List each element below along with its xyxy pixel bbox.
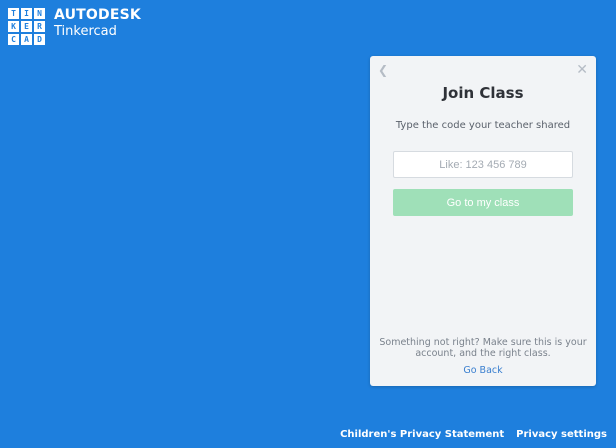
- page-background: T I N K E R C A D AUTODESK Tinkercad ❮ ✕…: [0, 0, 616, 448]
- privacy-settings-link[interactable]: Privacy settings: [516, 429, 607, 440]
- logo-letter: D: [34, 34, 45, 45]
- join-class-dialog: ❮ ✕ Join Class Type the code your teache…: [370, 56, 596, 386]
- class-code-input[interactable]: [393, 151, 573, 178]
- logo-letter: E: [21, 21, 32, 32]
- logo-letter: I: [21, 8, 32, 19]
- tinkercad-logo[interactable]: T I N K E R C A D AUTODESK Tinkercad: [8, 8, 141, 45]
- logo-letter: A: [21, 34, 32, 45]
- logo-letter: N: [34, 8, 45, 19]
- logo-product: Tinkercad: [54, 24, 117, 39]
- chevron-left-icon[interactable]: ❮: [378, 63, 388, 77]
- logo-letter: T: [8, 8, 19, 19]
- logo-grid-icon: T I N K E R C A D: [8, 8, 45, 45]
- close-icon[interactable]: ✕: [576, 62, 588, 78]
- dialog-title: Join Class: [442, 84, 524, 102]
- dialog-description: Type the code your teacher shared: [395, 120, 571, 131]
- logo-letter: R: [34, 21, 45, 32]
- logo-letter: K: [8, 21, 19, 32]
- logo-letter: C: [8, 34, 19, 45]
- go-to-class-button[interactable]: Go to my class: [393, 189, 573, 216]
- help-text: Something not right? Make sure this is y…: [379, 337, 587, 359]
- logo-text: AUTODESK Tinkercad: [54, 8, 141, 38]
- logo-brand: AUTODESK: [54, 7, 141, 23]
- childrens-privacy-statement-link[interactable]: Children's Privacy Statement: [340, 429, 504, 440]
- footer: Children's Privacy Statement Privacy set…: [340, 429, 607, 440]
- go-back-link[interactable]: Go Back: [370, 365, 596, 376]
